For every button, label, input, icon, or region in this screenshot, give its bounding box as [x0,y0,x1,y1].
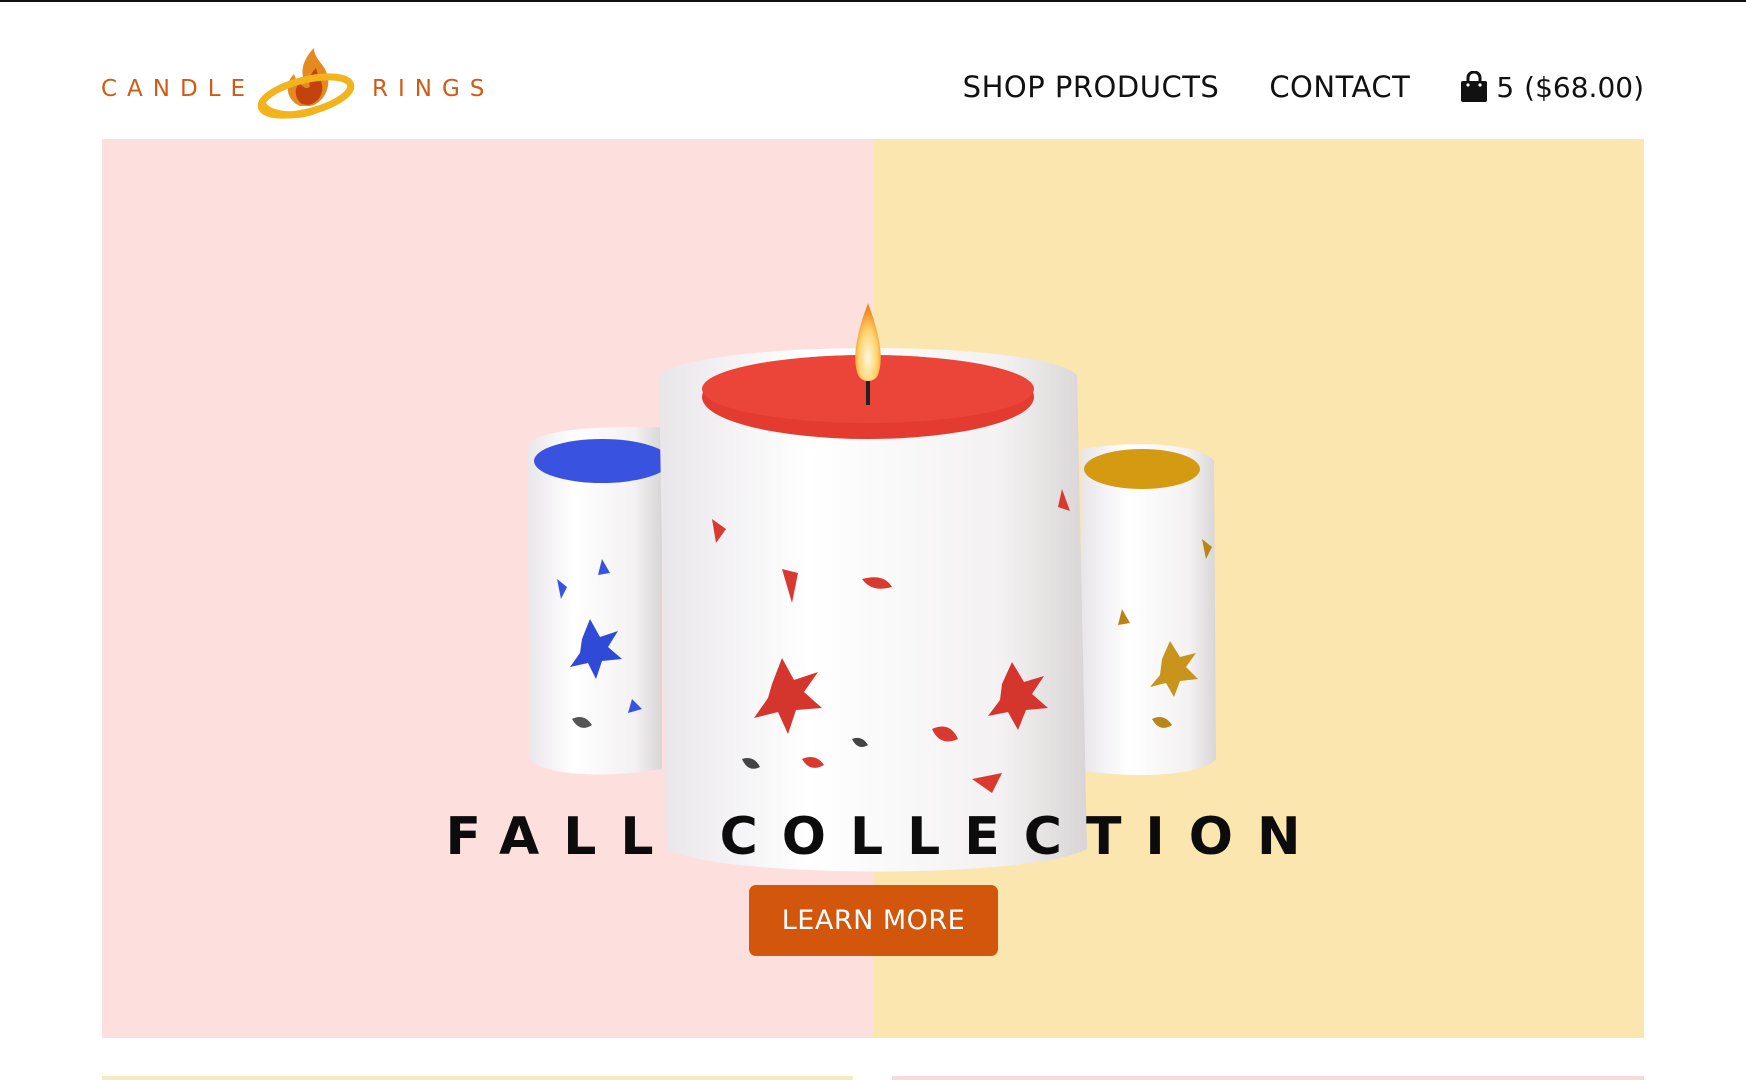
hero-title: FALL COLLECTION [445,807,1325,867]
flame-ring-logo-icon [257,48,355,119]
next-section-card-left [102,1076,853,1080]
site-header: CANDLE RINGS SHOP PRODUCTS CONTACT 5 ($6… [0,0,1746,138]
logo-word-rings: RINGS [372,76,495,102]
blue-candle [527,427,670,775]
nav-shop-products[interactable]: SHOP PRODUCTS [963,70,1220,104]
shopping-bag-icon [1461,71,1488,102]
next-section-card-right [892,1076,1644,1080]
nav-contact[interactable]: CONTACT [1269,70,1410,104]
yellow-candle [1082,444,1216,775]
logo-word-candle: CANDLE [101,76,256,102]
brand-logo-link[interactable]: CANDLE RINGS [101,34,484,124]
hero-banner: FALL COLLECTION LEARN MORE [102,139,1644,1038]
cart-total: ($68.00) [1524,70,1644,104]
main-nav: SHOP PRODUCTS CONTACT 5 ($68.00) [963,70,1644,104]
cart-button[interactable]: 5 ($68.00) [1460,71,1644,104]
red-candle [659,303,1087,872]
cart-count: 5 [1496,70,1515,104]
learn-more-button[interactable]: LEARN MORE [749,885,998,956]
